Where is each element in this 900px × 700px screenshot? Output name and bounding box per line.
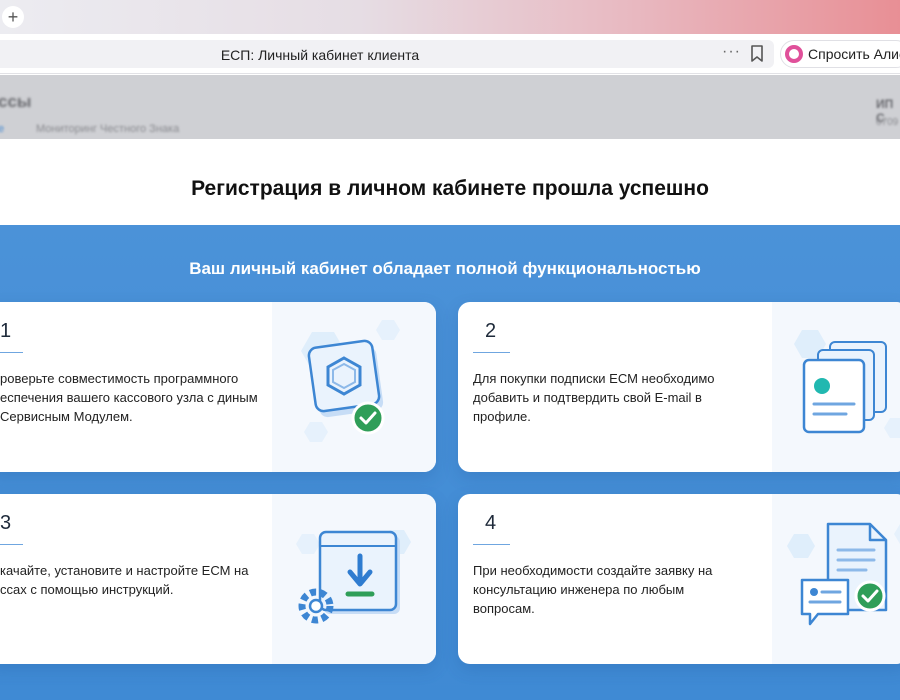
ask-alice-button[interactable]: Спросить Алису xyxy=(780,40,900,68)
step-card-1: 1 роверьте совместимость программного ес… xyxy=(0,302,436,472)
plus-icon: + xyxy=(7,7,19,27)
download-gear-icon xyxy=(296,530,411,624)
step-card-3: 3 качайте, установите и настройте ЕСМ на… xyxy=(0,494,436,664)
divider xyxy=(0,544,23,545)
step-description: При необходимости создайте заявку на кон… xyxy=(473,563,713,616)
background-user-id: 6709 xyxy=(876,117,899,128)
background-page-header: ссы е Мониторинг Честного Знака ИП С 670… xyxy=(0,75,900,139)
hexagon-check-icon xyxy=(301,320,400,442)
step-number: 2 xyxy=(485,320,497,342)
background-nav-link-monitoring: Мониторинг Честного Знака xyxy=(36,123,180,135)
step-number: 1 xyxy=(0,320,12,342)
step-illustration xyxy=(272,302,436,472)
step-illustration xyxy=(772,302,900,472)
step-description: роверьте совместимость программного еспе… xyxy=(0,371,258,424)
page-title: ЕСП: Личный кабинет клиента xyxy=(220,47,420,63)
step-card-2: 2 Для покупки подписки ЕСМ необходимо до… xyxy=(458,302,900,472)
divider xyxy=(0,352,23,353)
new-tab-button[interactable]: + xyxy=(2,6,24,28)
background-nav-link: е xyxy=(0,123,5,135)
step-card-text: 4 При необходимости создайте заявку на к… xyxy=(458,494,744,664)
more-options-icon[interactable]: ··· xyxy=(722,43,741,61)
divider xyxy=(473,544,510,545)
step-card-text: 1 роверьте совместимость программного ес… xyxy=(0,302,272,472)
step-description: качайте, установите и настройте ЕСМ на с… xyxy=(0,563,249,597)
alice-icon xyxy=(785,45,803,63)
registration-success-modal: Регистрация в личном кабинете прошла усп… xyxy=(0,139,900,700)
document-chat-icon xyxy=(787,522,900,626)
step-card-text: 2 Для покупки подписки ЕСМ необходимо до… xyxy=(458,302,744,472)
features-subtitle: Ваш личный кабинет обладает полной функц… xyxy=(189,259,701,278)
step-card-4: 4 При необходимости создайте заявку на к… xyxy=(458,494,900,664)
alice-label: Спросить Алису xyxy=(808,46,900,62)
divider xyxy=(473,352,510,353)
profile-cards-icon xyxy=(794,330,900,438)
step-illustration xyxy=(272,494,436,664)
step-card-text: 3 качайте, установите и настройте ЕСМ на… xyxy=(0,494,272,664)
bookmark-icon[interactable] xyxy=(750,45,764,63)
step-number: 4 xyxy=(485,512,497,534)
features-panel: Ваш личный кабинет обладает полной функц… xyxy=(0,225,900,700)
browser-tab-bar: + xyxy=(0,0,900,34)
modal-title: Регистрация в личном кабинете прошла усп… xyxy=(191,177,709,200)
background-page-title: ссы xyxy=(0,92,32,111)
step-description: Для покупки подписки ЕСМ необходимо доба… xyxy=(473,371,715,424)
step-number: 3 xyxy=(0,512,12,534)
step-illustration xyxy=(772,494,900,664)
